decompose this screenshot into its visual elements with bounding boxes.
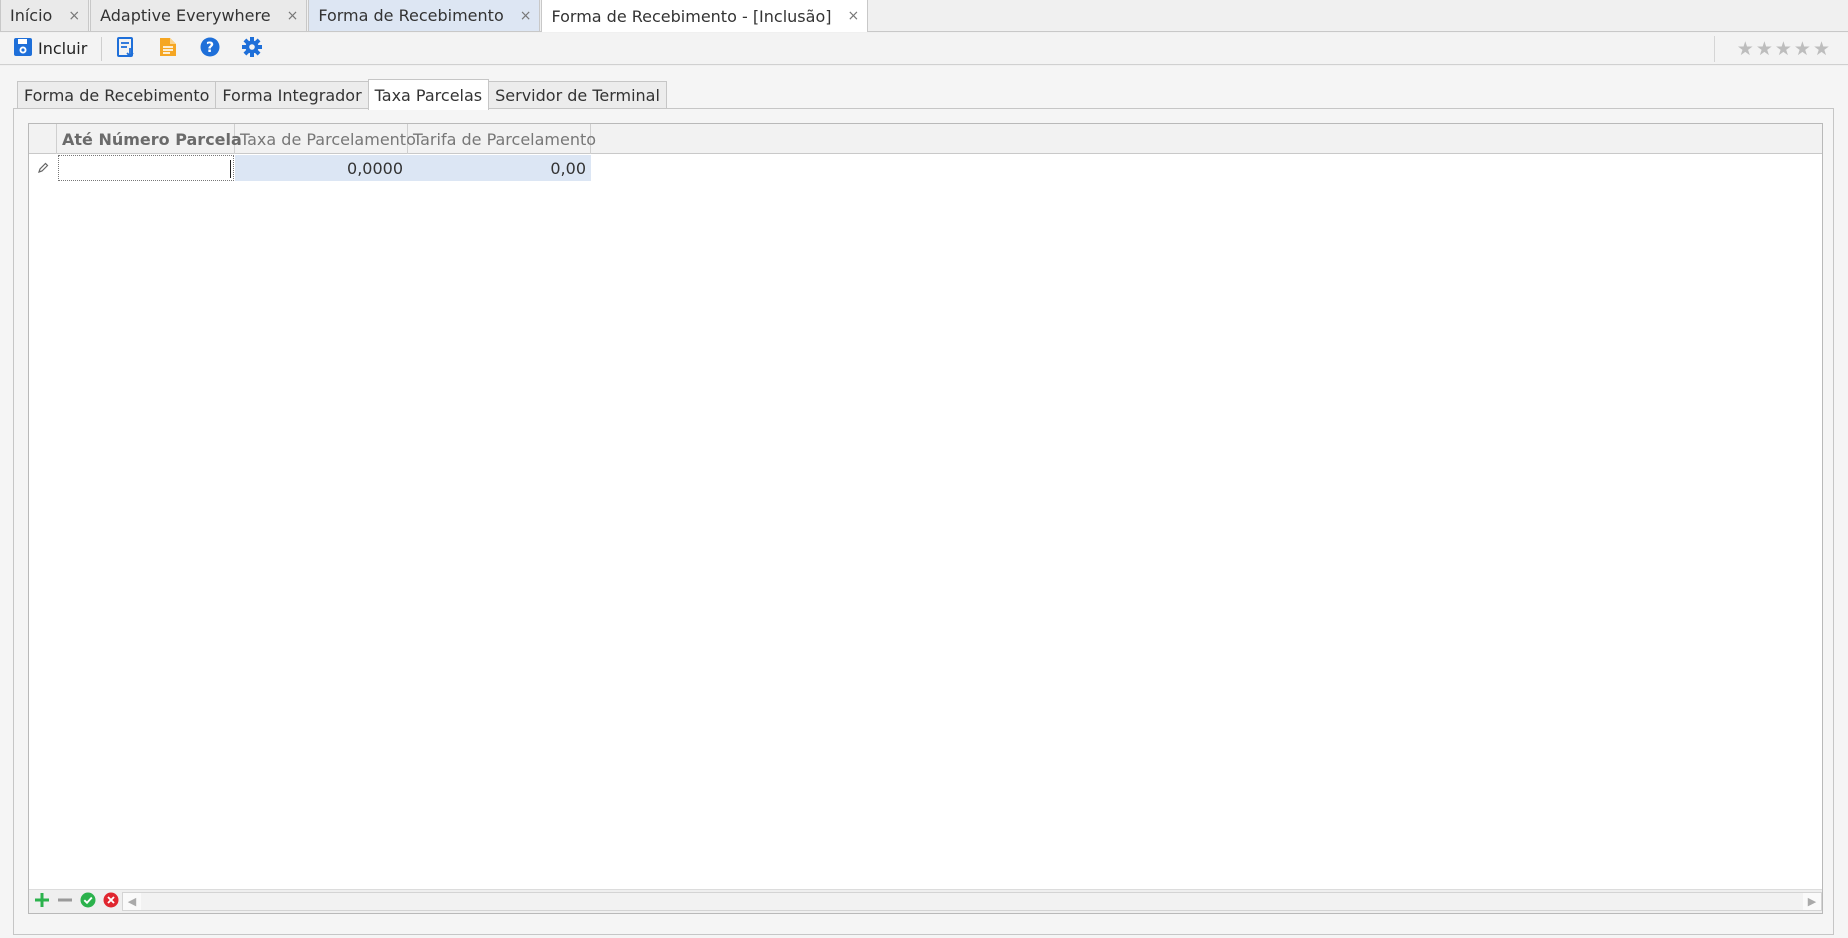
document-icon [157,36,179,62]
document-button[interactable] [154,35,182,63]
include-button[interactable]: Incluir [8,35,91,63]
toolbar-separator [101,36,103,61]
add-row-button[interactable] [32,892,52,912]
form-tab-strip: Forma de Recebimento Forma Integrador Ta… [17,79,667,110]
tab-forma-de-recebimento[interactable]: Forma de Recebimento [17,81,217,109]
scroll-left-icon[interactable]: ◀ [123,893,141,910]
star-icon[interactable]: ★ [1813,39,1830,59]
tab-servidor-de-terminal[interactable]: Servidor de Terminal [488,81,667,109]
doc-tab-forma-de-recebimento-inclusao[interactable]: Forma de Recebimento - [Inclusão] × [541,0,869,32]
installments-grid: Até Número Parcela Taxa de Parcelamento … [28,123,1823,914]
doc-tab-label: Forma de Recebimento - [Inclusão] [551,6,832,26]
svg-text:?: ? [206,40,214,56]
rating-stars: ★ ★ ★ ★ ★ [1713,36,1830,62]
doc-tab-label: Adaptive Everywhere [100,6,271,25]
confirm-row-button[interactable] [78,892,98,912]
doc-tab-label: Início [10,6,53,25]
tab-forma-integrador[interactable]: Forma Integrador [215,81,369,109]
plus-icon [34,892,50,912]
star-icon[interactable]: ★ [1775,39,1792,59]
table-row[interactable]: 0,0000 0,00 [29,155,1822,181]
tab-taxa-parcelas[interactable]: Taxa Parcelas [367,79,490,110]
grid-navigator: ◀ ▶ [29,889,1822,913]
grid-header: Até Número Parcela Taxa de Parcelamento … [29,124,1822,154]
doc-tab-label: Forma de Recebimento [318,6,504,25]
cell-tarifa-de-parcelamento[interactable]: 0,00 [408,155,591,181]
remove-row-button[interactable] [55,892,75,912]
report-button[interactable] [112,35,140,63]
close-icon[interactable]: × [287,9,299,23]
tab-panel-taxa-parcelas: Até Número Parcela Taxa de Parcelamento … [13,108,1834,935]
include-label: Incluir [38,39,88,58]
cancel-circle-icon [103,892,119,912]
star-icon[interactable]: ★ [1794,39,1811,59]
text-caret [230,160,231,178]
report-icon [115,36,137,62]
help-button[interactable]: ? [196,35,224,63]
doc-tab-forma-de-recebimento[interactable]: Forma de Recebimento × [308,0,541,31]
column-header-ate-numero-parcela[interactable]: Até Número Parcela [57,124,242,154]
pencil-icon [37,159,49,178]
cancel-row-button[interactable] [101,892,121,912]
close-icon[interactable]: × [68,9,80,23]
form-area: Forma de Recebimento Forma Integrador Ta… [0,66,1848,938]
column-header-taxa-de-parcelamento[interactable]: Taxa de Parcelamento [235,124,416,154]
horizontal-scrollbar[interactable]: ◀ ▶ [122,892,1822,911]
gear-icon [241,36,263,62]
star-icon[interactable]: ★ [1756,39,1773,59]
doc-tab-inicio[interactable]: Início × [0,0,90,31]
settings-button[interactable] [238,35,266,63]
close-icon[interactable]: × [847,9,859,23]
help-icon: ? [199,36,221,62]
toolbar: Incluir ? ★ ★ ★ ★ ★ [0,33,1848,65]
column-header-tarifa-de-parcelamento[interactable]: Tarifa de Parcelamento [408,124,596,154]
minus-icon [57,892,73,912]
cell-taxa-de-parcelamento[interactable]: 0,0000 [235,155,408,181]
save-icon [12,36,34,62]
row-indicator [29,155,56,181]
close-icon[interactable]: × [520,9,532,23]
star-icon[interactable]: ★ [1737,39,1754,59]
scroll-right-icon[interactable]: ▶ [1803,893,1821,910]
document-tab-strip: Início × Adaptive Everywhere × Forma de … [0,0,1848,32]
doc-tab-adaptive-everywhere[interactable]: Adaptive Everywhere × [90,0,308,31]
row-indicator-header [29,124,57,154]
cell-ate-numero-parcela-input[interactable] [58,155,234,181]
check-circle-icon [80,892,96,912]
